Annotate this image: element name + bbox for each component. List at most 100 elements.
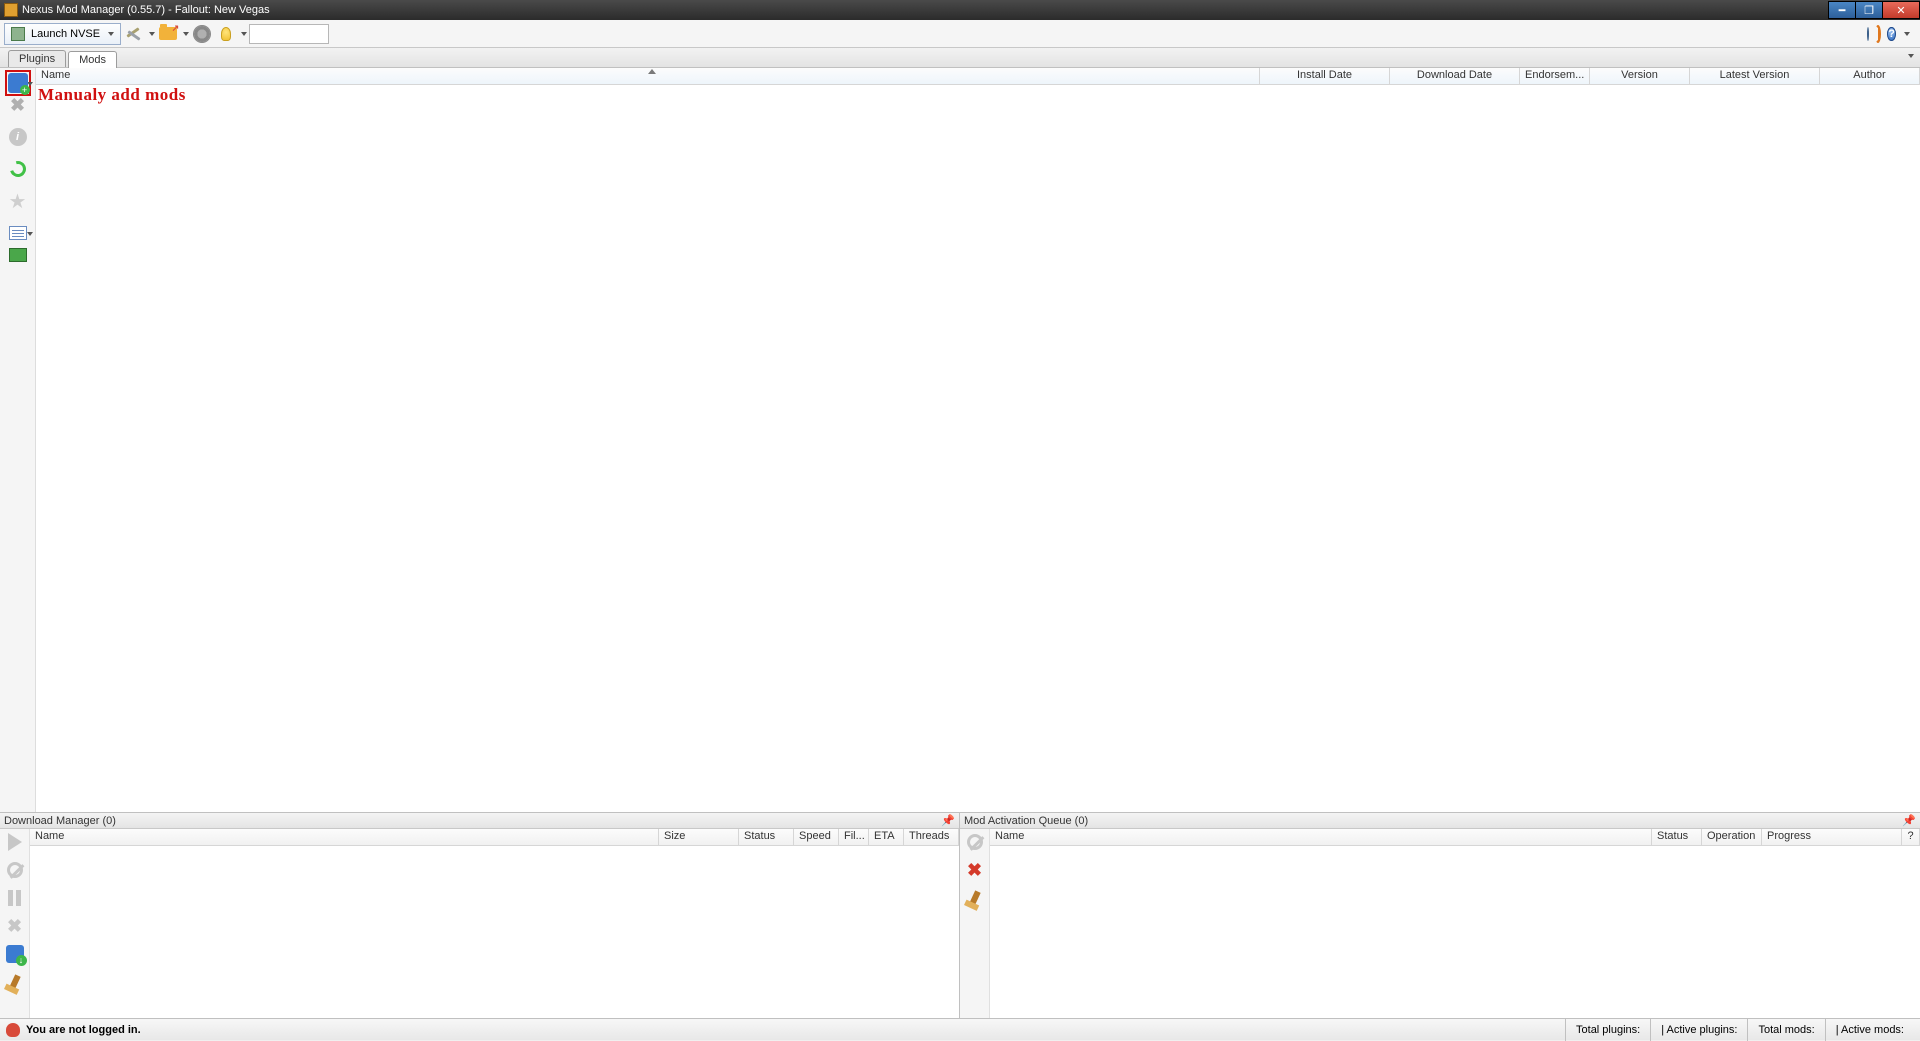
remove-mod-button[interactable]: ✖ — [5, 92, 31, 118]
queue-clear-button[interactable] — [964, 887, 986, 909]
open-folder-button[interactable] — [157, 23, 179, 45]
qcol-status[interactable]: Status — [1652, 829, 1702, 845]
activation-queue-panel: Mod Activation Queue (0) 📌 ✖ Name Status… — [960, 813, 1920, 1018]
broom-icon — [969, 890, 980, 905]
qcol-operation[interactable]: Operation — [1702, 829, 1762, 845]
login-status: You are not logged in. — [26, 1024, 141, 1036]
col-endorsement[interactable]: Endorsem... — [1520, 68, 1590, 84]
remove-download-button[interactable]: ✖ — [4, 915, 26, 937]
cancel-icon — [967, 834, 983, 850]
annotation-text: Manualy add mods — [38, 85, 186, 105]
mods-list: Name Install Date Download Date Endorsem… — [36, 68, 1920, 812]
donate-button[interactable] — [5, 242, 31, 268]
close-button[interactable]: ✕ — [1882, 1, 1920, 19]
globe-icon — [1867, 27, 1869, 41]
pause-button[interactable] — [4, 887, 26, 909]
chevron-down-icon[interactable] — [149, 32, 155, 36]
x-red-icon: ✖ — [967, 860, 982, 881]
list-icon — [9, 226, 27, 240]
tools-button[interactable] — [123, 23, 145, 45]
pause-icon — [8, 890, 22, 906]
col-name[interactable]: Name — [36, 68, 1260, 84]
dcol-speed[interactable]: Speed — [794, 829, 839, 845]
launch-button[interactable]: Launch NVSE — [4, 23, 121, 45]
tab-mods[interactable]: Mods — [68, 51, 117, 68]
add-mod-button[interactable] — [5, 70, 31, 96]
help-icon: ? — [1887, 27, 1896, 41]
cancel-icon — [7, 862, 23, 878]
qcol-help[interactable]: ? — [1902, 829, 1920, 845]
pin-icon[interactable]: 📌 — [1902, 814, 1916, 827]
download-panel-title[interactable]: Download Manager (0) 📌 — [0, 813, 959, 829]
endorse-button[interactable]: ★ — [5, 188, 31, 214]
chevron-down-icon[interactable] — [27, 232, 33, 236]
puzzle-add-icon — [8, 73, 28, 93]
queue-panel-title[interactable]: Mod Activation Queue (0) 📌 — [960, 813, 1920, 829]
help-button[interactable]: ? — [1887, 26, 1896, 42]
dcol-threads[interactable]: Threads — [904, 829, 959, 845]
info-icon: i — [9, 128, 27, 146]
status-active-plugins: | Active plugins: — [1650, 1019, 1747, 1041]
chevron-down-icon[interactable] — [1904, 32, 1910, 36]
refresh-green-icon — [7, 158, 29, 180]
status-active-mods: | Active mods: — [1825, 1019, 1914, 1041]
resume-button[interactable] — [4, 831, 26, 853]
chevron-down-icon[interactable] — [241, 32, 247, 36]
star-icon: ★ — [9, 189, 27, 214]
col-version[interactable]: Version — [1590, 68, 1690, 84]
download-list: Name Size Status Speed Fil... ETA Thread… — [30, 829, 959, 1018]
x-icon: ✖ — [10, 95, 25, 116]
refresh-icon — [1875, 25, 1881, 43]
chevron-down-icon[interactable] — [183, 32, 189, 36]
sort-asc-icon — [648, 69, 656, 74]
bottom-panels: Download Manager (0) 📌 ✖ Name Size Statu… — [0, 812, 1920, 1018]
minimize-button[interactable]: ━ — [1828, 1, 1856, 19]
gear-icon — [194, 26, 210, 42]
play-icon — [8, 833, 22, 851]
col-install-date[interactable]: Install Date — [1260, 68, 1390, 84]
maximize-button[interactable]: ❐ — [1855, 1, 1883, 19]
clear-downloads-button[interactable] — [4, 971, 26, 993]
qcol-name[interactable]: Name — [990, 829, 1652, 845]
dcol-size[interactable]: Size — [659, 829, 739, 845]
queue-remove-button[interactable]: ✖ — [964, 859, 986, 881]
tab-plugins[interactable]: Plugins — [8, 50, 66, 67]
qcol-progress[interactable]: Progress — [1762, 829, 1902, 845]
settings-button[interactable] — [191, 23, 213, 45]
list-body[interactable]: Manualy add mods — [36, 85, 1920, 812]
queue-side-toolbar: ✖ — [960, 829, 990, 1018]
tools-icon — [125, 25, 143, 43]
window-title: Nexus Mod Manager (0.55.7) - Fallout: Ne… — [22, 4, 270, 16]
search-input[interactable] — [249, 24, 329, 44]
status-total-mods: Total mods: — [1747, 1019, 1824, 1041]
dcol-eta[interactable]: ETA — [869, 829, 904, 845]
column-headers: Name Install Date Download Date Endorsem… — [36, 68, 1920, 85]
dcol-name[interactable]: Name — [30, 829, 659, 845]
install-download-button[interactable] — [4, 943, 26, 965]
mod-info-button[interactable]: i — [5, 124, 31, 150]
queue-headers: Name Status Operation Progress ? — [990, 829, 1920, 846]
download-headers: Name Size Status Speed Fil... ETA Thread… — [30, 829, 959, 846]
money-icon — [9, 248, 27, 262]
mods-side-toolbar: ✖ i ★ — [0, 68, 36, 812]
cancel-button[interactable] — [4, 859, 26, 881]
tips-button[interactable] — [215, 23, 237, 45]
folder-icon — [159, 27, 177, 40]
col-latest-version[interactable]: Latest Version — [1690, 68, 1820, 84]
dcol-file[interactable]: Fil... — [839, 829, 869, 845]
col-download-date[interactable]: Download Date — [1390, 68, 1520, 84]
tab-overflow[interactable] — [1908, 54, 1914, 58]
status-total-plugins: Total plugins: — [1565, 1019, 1650, 1041]
check-updates-button[interactable] — [5, 156, 31, 182]
app-icon — [4, 3, 18, 17]
tab-bar: Plugins Mods — [0, 48, 1920, 68]
online-button[interactable] — [1867, 28, 1869, 40]
queue-cancel-button[interactable] — [964, 831, 986, 853]
lightbulb-icon — [221, 27, 231, 41]
update-button[interactable] — [1875, 28, 1881, 40]
dcol-status[interactable]: Status — [739, 829, 794, 845]
titlebar: Nexus Mod Manager (0.55.7) - Fallout: Ne… — [0, 0, 1920, 20]
col-author[interactable]: Author — [1820, 68, 1920, 84]
game-icon — [11, 27, 25, 41]
pin-icon[interactable]: 📌 — [941, 814, 955, 827]
